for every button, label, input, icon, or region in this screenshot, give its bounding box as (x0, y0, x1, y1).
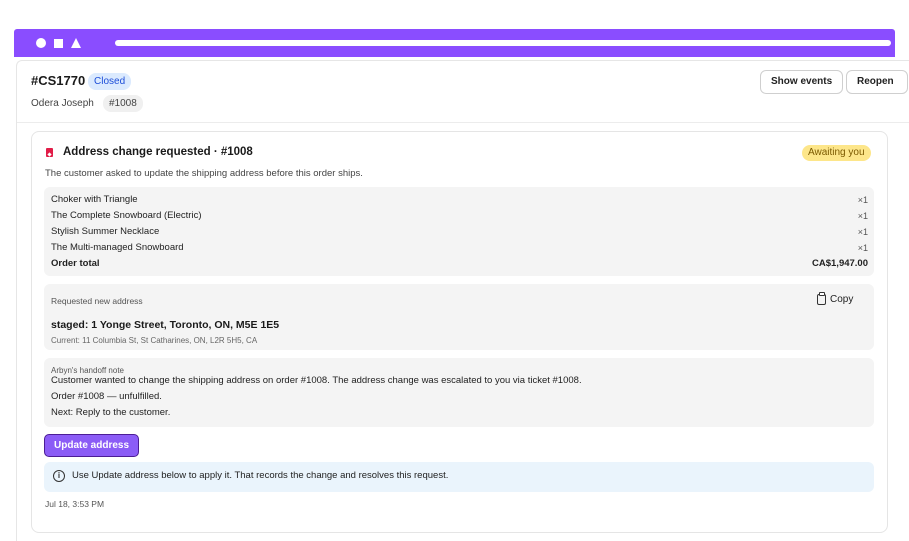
list-item: Choker with Triangle (51, 194, 138, 205)
browser-bar (14, 29, 895, 57)
status-badge: Closed (88, 73, 132, 90)
timestamp: Jul 18, 3:53 PM (45, 499, 105, 509)
divider (17, 122, 909, 123)
item-qty: ×1 (857, 227, 868, 237)
handoff-note-label: Arbyn's handoff note (51, 366, 124, 375)
update-address-button[interactable]: Update address (44, 434, 140, 457)
clipboard-icon (817, 292, 826, 305)
ticket-id: #CS1770 (31, 73, 86, 88)
square-icon (54, 38, 63, 48)
list-item: Stylish Summer Necklace (51, 226, 160, 237)
new-address: staged: 1 Yonge Street, Toronto, ON, M5E… (51, 319, 280, 331)
info-text: Use Update address below to apply it. Th… (72, 470, 449, 481)
list-item: The Complete Snowboard (Electric) (51, 210, 202, 221)
note-line: Order #1008 — unfulfilled. (51, 391, 162, 402)
requested-address-label: Requested new address (51, 296, 143, 306)
order-total-value: CA$1,947.00 (812, 258, 868, 269)
circle-icon (36, 38, 46, 48)
item-qty: ×1 (857, 195, 868, 205)
order-chip[interactable]: #1008 (103, 95, 143, 112)
customer-name[interactable]: Odera Joseph (31, 98, 94, 109)
item-qty: ×1 (857, 243, 868, 253)
triangle-icon (71, 38, 81, 48)
order-items-box (44, 187, 874, 276)
info-icon: i (53, 470, 65, 482)
item-qty: ×1 (857, 211, 868, 221)
card-description: The customer asked to update the shippin… (45, 168, 363, 179)
order-total-label: Order total (51, 258, 100, 269)
note-line: Customer wanted to change the shipping a… (51, 375, 582, 386)
tag-icon (46, 148, 53, 157)
window-controls (36, 37, 81, 49)
current-address: Current: 11 Columbia St, St Catharines, … (51, 336, 258, 345)
copy-button[interactable]: Copy (817, 292, 854, 305)
address-bar[interactable] (115, 40, 891, 46)
card-title: Address change requested · #1008 (63, 146, 253, 158)
note-line: Next: Reply to the customer. (51, 407, 171, 418)
reopen-button[interactable]: Reopen (846, 70, 908, 94)
awaiting-badge: Awaiting you (802, 145, 871, 161)
copy-label: Copy (830, 294, 854, 305)
list-item: The Multi-managed Snowboard (51, 242, 184, 253)
show-events-button[interactable]: Show events (760, 70, 844, 94)
